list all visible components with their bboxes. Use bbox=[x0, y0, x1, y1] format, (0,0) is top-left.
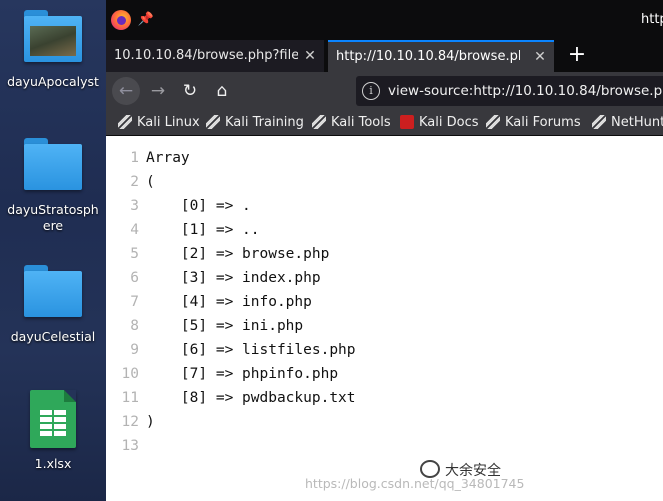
source-line: 3 [0] => . bbox=[106, 194, 251, 218]
kali-docs-icon bbox=[400, 114, 414, 129]
desktop-item-1-xlsx[interactable]: 1.xlsx bbox=[0, 390, 106, 472]
bookmark-label: Kali Docs bbox=[419, 115, 479, 130]
bookmark-label: NetHunter bbox=[611, 115, 663, 130]
url-text[interactable]: view-source:http://10.10.10.84/browse.ph… bbox=[388, 76, 663, 106]
info-icon[interactable]: i bbox=[362, 82, 380, 100]
desktop-item-dayucelestial[interactable]: dayuCelestial bbox=[0, 265, 106, 345]
bookmark-nethunter[interactable]: NetHunter bbox=[592, 110, 663, 135]
bookmark-kali-docs[interactable]: Kali Docs bbox=[400, 110, 479, 135]
kali-dragon-icon bbox=[118, 114, 132, 129]
new-tab-button[interactable]: + bbox=[562, 40, 592, 72]
line-number: 12 bbox=[121, 414, 139, 430]
desktop-item-label: dayuApocalyst bbox=[7, 74, 99, 89]
kali-dragon-icon bbox=[206, 114, 220, 129]
source-line: 5 [2] => browse.php bbox=[106, 242, 329, 266]
source-text: [5] => ini.php bbox=[146, 318, 304, 334]
bookmark-kali-linux[interactable]: Kali Linux bbox=[118, 110, 200, 135]
source-text: ( bbox=[146, 174, 155, 190]
firefox-logo-icon[interactable] bbox=[111, 10, 131, 30]
browser-window: 📌 http 10.10.10.84/browse.php?file= ✕ ht… bbox=[106, 0, 663, 501]
folder-icon bbox=[24, 138, 82, 190]
window-title: http bbox=[641, 12, 663, 27]
line-number: 11 bbox=[121, 390, 139, 406]
title-bar: 📌 http bbox=[106, 0, 663, 40]
desktop-item-label: dayuCelestial bbox=[10, 329, 96, 344]
reload-button[interactable]: ↻ bbox=[176, 77, 204, 105]
tab-browse-source[interactable]: http://10.10.10.84/browse.php ✕ bbox=[328, 40, 554, 72]
tab-browse-file[interactable]: 10.10.10.84/browse.php?file= ✕ bbox=[106, 40, 324, 72]
desktop-item-label: dayuStratosphere bbox=[7, 202, 99, 233]
line-number: 2 bbox=[130, 174, 139, 190]
desktop-item-dayustratosphere[interactable]: dayuStratosphere bbox=[0, 138, 106, 234]
home-icon: ⌂ bbox=[216, 81, 228, 101]
bookmark-kali-tools[interactable]: Kali Tools bbox=[312, 110, 391, 135]
page-source-view: 1 Array 2( 3 [0] => . 4 [1] => .. 5 [2] =… bbox=[106, 137, 663, 501]
spreadsheet-file-icon bbox=[30, 390, 76, 448]
kali-dragon-icon bbox=[592, 114, 606, 129]
tab-label: http://10.10.10.84/browse.php bbox=[336, 49, 520, 64]
bookmark-kali-forums[interactable]: Kali Forums bbox=[486, 110, 581, 135]
source-text: [8] => pwdbackup.txt bbox=[146, 390, 356, 406]
desktop-item-dayuapocalyst[interactable]: dayuApocalyst bbox=[0, 10, 106, 90]
source-text: [4] => info.php bbox=[146, 294, 312, 310]
source-text: [1] => .. bbox=[146, 222, 260, 238]
source-line: 4 [1] => .. bbox=[106, 218, 260, 242]
desktop: dayuApocalyst dayuStratosphere dayuCeles… bbox=[0, 0, 106, 501]
kali-dragon-icon bbox=[312, 114, 326, 129]
home-button[interactable]: ⌂ bbox=[208, 77, 236, 105]
line-number: 5 bbox=[130, 246, 139, 262]
source-line: 11 [8] => pwdbackup.txt bbox=[106, 386, 356, 410]
close-icon[interactable]: ✕ bbox=[532, 42, 548, 72]
arrow-right-icon: → bbox=[150, 81, 166, 101]
url-bar[interactable]: i view-source:http://10.10.10.84/browse.… bbox=[356, 76, 663, 106]
line-number: 10 bbox=[121, 366, 139, 382]
watermark-url: https://blog.csdn.net/qq_34801745 bbox=[305, 476, 525, 491]
source-line: 1 Array bbox=[106, 146, 190, 170]
line-number: 7 bbox=[130, 294, 139, 310]
bookmarks-toolbar: Kali Linux Kali Training Kali Tools Kali… bbox=[106, 110, 663, 136]
line-number: 8 bbox=[130, 318, 139, 334]
image-folder-icon bbox=[24, 10, 82, 62]
bookmark-label: Kali Training bbox=[225, 115, 304, 130]
line-number: 3 bbox=[130, 198, 139, 214]
source-line: 13 bbox=[106, 434, 146, 458]
kali-dragon-icon bbox=[486, 114, 500, 129]
source-line: 9 [6] => listfiles.php bbox=[106, 338, 356, 362]
source-text: ) bbox=[146, 414, 155, 430]
reload-icon: ↻ bbox=[182, 81, 198, 101]
arrow-left-icon: ← bbox=[118, 81, 134, 101]
bookmark-label: Kali Linux bbox=[137, 115, 200, 130]
bookmark-label: Kali Tools bbox=[331, 115, 391, 130]
navigation-toolbar: ← → ↻ ⌂ i view-source:http://10.10.10.84… bbox=[106, 72, 663, 110]
back-button[interactable]: ← bbox=[112, 77, 140, 105]
bookmark-kali-training[interactable]: Kali Training bbox=[206, 110, 304, 135]
folder-icon bbox=[24, 265, 82, 317]
tab-strip: 10.10.10.84/browse.php?file= ✕ http://10… bbox=[106, 40, 663, 72]
bookmark-label: Kali Forums bbox=[505, 115, 581, 130]
source-line: 8 [5] => ini.php bbox=[106, 314, 303, 338]
source-text: Array bbox=[146, 150, 190, 166]
line-number: 13 bbox=[121, 438, 139, 454]
close-icon[interactable]: ✕ bbox=[302, 40, 318, 72]
source-text: [3] => index.php bbox=[146, 270, 321, 286]
source-text: [7] => phpinfo.php bbox=[146, 366, 339, 382]
line-number: 4 bbox=[130, 222, 139, 238]
pin-icon[interactable]: 📌 bbox=[136, 10, 156, 30]
source-line: 7 [4] => info.php bbox=[106, 290, 312, 314]
tab-label: 10.10.10.84/browse.php?file= bbox=[114, 48, 298, 63]
source-line: 6 [3] => index.php bbox=[106, 266, 321, 290]
desktop-item-label: 1.xlsx bbox=[34, 456, 72, 471]
source-text: [6] => listfiles.php bbox=[146, 342, 356, 358]
source-line: 10 [7] => phpinfo.php bbox=[106, 362, 339, 386]
forward-button[interactable]: → bbox=[144, 77, 172, 105]
source-text: [2] => browse.php bbox=[146, 246, 330, 262]
source-text: [0] => . bbox=[146, 198, 251, 214]
line-number: 6 bbox=[130, 270, 139, 286]
source-line: 12) bbox=[106, 410, 155, 434]
line-number: 9 bbox=[130, 342, 139, 358]
line-number: 1 bbox=[130, 150, 139, 166]
source-line: 2( bbox=[106, 170, 155, 194]
